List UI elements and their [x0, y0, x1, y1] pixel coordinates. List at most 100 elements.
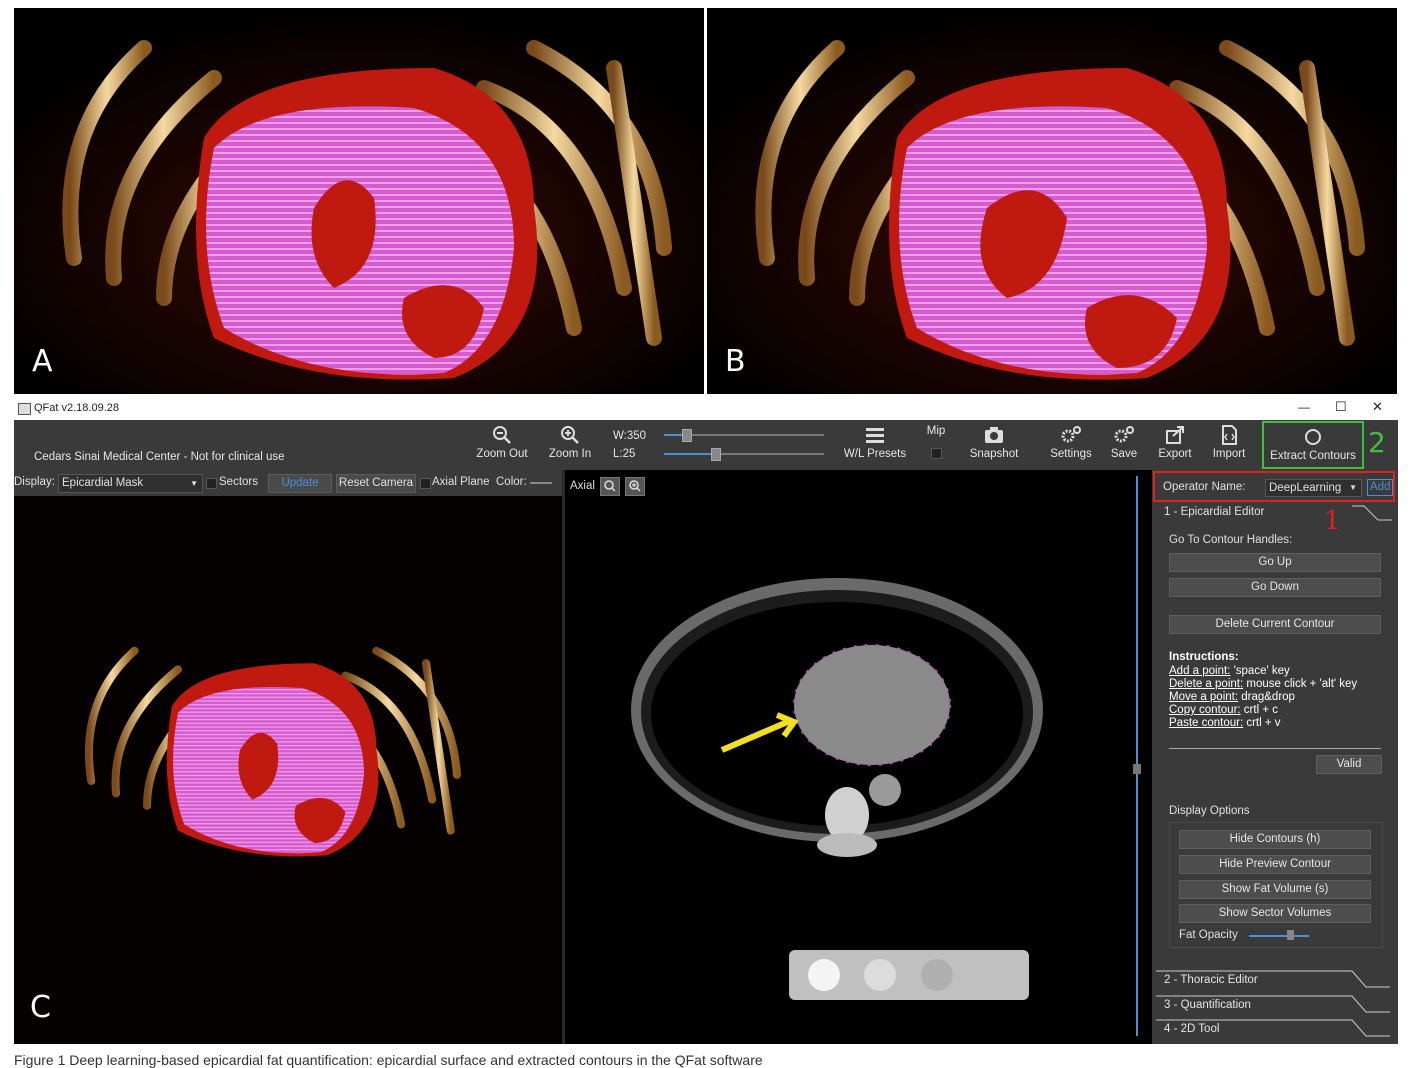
snapshot-label: Snapshot [969, 448, 1019, 460]
heart-render-c [14, 496, 562, 1044]
section-epicardial-editor[interactable]: 1 - Epicardial Editor [1164, 506, 1264, 518]
wl-presets-button[interactable]: W/L Presets [836, 424, 914, 460]
reset-camera-button[interactable]: Reset Camera [336, 474, 416, 493]
save-button[interactable]: Save [1106, 424, 1142, 460]
instruction-action: Move a point: [1169, 691, 1239, 703]
mip-toggle[interactable]: Mip [922, 424, 950, 459]
heart-render-b [707, 8, 1397, 394]
instruction-keys: crtl + c [1240, 704, 1278, 716]
axial-plane-label: Axial Plane [432, 476, 490, 488]
section-2d-tool[interactable]: 4 - 2D Tool [1152, 1019, 1398, 1041]
update-button[interactable]: Update [268, 474, 332, 493]
mip-label: Mip [926, 425, 946, 437]
gears-icon [1061, 426, 1081, 443]
window-width-slider-handle[interactable] [682, 429, 692, 442]
display-label: Display: [14, 476, 55, 488]
panel-label-b: B [725, 344, 746, 379]
zoom-in-button[interactable]: Zoom In [542, 424, 598, 460]
wl-presets-label: W/L Presets [843, 448, 907, 460]
zoom-in-icon [561, 426, 579, 444]
extract-contours-label: Extract Contours [1270, 450, 1356, 462]
fat-opacity-label: Fat Opacity [1179, 929, 1238, 941]
fat-opacity-slider[interactable] [1249, 930, 1309, 940]
go-down-button[interactable]: Go Down [1169, 578, 1381, 597]
show-fat-volume-button[interactable]: Show Fat Volume (s) [1179, 880, 1371, 899]
export-button[interactable]: Export [1152, 424, 1198, 460]
axial-label: Axial [570, 480, 595, 492]
instruction-copy: Copy contour: crtl + c [1169, 704, 1278, 716]
color-slider[interactable] [530, 482, 552, 484]
axial-zoom-in-button[interactable] [625, 477, 645, 496]
go-up-button[interactable]: Go Up [1169, 553, 1381, 572]
axial-view[interactable]: Axial [562, 470, 1152, 1044]
snapshot-button[interactable]: Snapshot [964, 424, 1024, 460]
display-select-value: Epicardial Mask [62, 477, 144, 489]
instruction-keys: drag&drop [1238, 691, 1295, 703]
display-select[interactable]: Epicardial Mask ▼ [58, 474, 203, 493]
render-panel-b: B [707, 8, 1397, 394]
instruction-delete: Delete a point: mouse click + 'alt' key [1169, 678, 1357, 690]
operator-select-value: DeepLearning [1269, 482, 1342, 494]
zoom-in-small-icon [629, 480, 641, 492]
axial-zoom-out-button[interactable] [600, 477, 620, 496]
sectors-label: Sectors [219, 476, 258, 488]
section-quantification[interactable]: 3 - Quantification [1152, 995, 1398, 1017]
fat-opacity-slider-handle[interactable] [1287, 930, 1294, 940]
section-tab-shape [1156, 1019, 1390, 1037]
show-sector-volumes-button[interactable]: Show Sector Volumes [1179, 904, 1371, 923]
operator-row: Operator Name: DeepLearning ▼ Add [1153, 471, 1395, 502]
close-button[interactable]: ✕ [1372, 399, 1383, 415]
go-to-handles-label: Go To Contour Handles: [1169, 534, 1293, 546]
add-operator-button[interactable]: Add [1367, 479, 1394, 496]
window-title: QFat v2.18.09.28 [34, 402, 119, 414]
zoom-in-label: Zoom In [548, 448, 592, 460]
ct-slice-image [631, 578, 1043, 1000]
instruction-action: Delete a point: [1169, 678, 1244, 690]
app-icon [18, 403, 31, 415]
settings-button[interactable]: Settings [1042, 424, 1100, 460]
window-width-slider[interactable] [664, 429, 824, 442]
mip-checkbox[interactable] [930, 448, 942, 459]
heart-render-a [14, 8, 704, 394]
extract-contours-button[interactable]: Extract Contours [1262, 421, 1364, 469]
zoom-out-icon [493, 426, 511, 444]
maximize-button[interactable]: ☐ [1335, 399, 1347, 415]
hide-contours-button[interactable]: Hide Contours (h) [1179, 830, 1371, 849]
operator-select[interactable]: DeepLearning ▼ [1265, 479, 1362, 497]
section-tab-shape [1156, 970, 1390, 988]
display-options-label: Display Options [1169, 805, 1250, 817]
section-tab-shape [1352, 505, 1392, 521]
axial-plane-checkbox[interactable] [420, 478, 431, 489]
window-level-slider-fill [664, 453, 714, 455]
section-thoracic-editor[interactable]: 2 - Thoracic Editor [1152, 970, 1398, 992]
instruction-paste: Paste contour: crtl + v [1169, 717, 1281, 729]
side-panel: Operator Name: DeepLearning ▼ Add 1 - Ep… [1152, 470, 1398, 1044]
slice-scrollbar-handle[interactable] [1133, 764, 1141, 774]
render-panel-c: C [14, 496, 562, 1044]
camera-icon [985, 427, 1003, 443]
zoom-out-button[interactable]: Zoom Out [472, 424, 532, 460]
chevron-down-icon: ▼ [190, 479, 198, 488]
window-titlebar: QFat v2.18.09.28 — ☐ ✕ [14, 398, 1398, 420]
instruction-action: Add a point: [1169, 665, 1231, 677]
sectors-checkbox[interactable] [206, 478, 217, 489]
instruction-keys: mouse click + 'alt' key [1243, 678, 1358, 690]
splitter[interactable] [562, 470, 565, 1044]
instruction-action: Paste contour: [1169, 717, 1244, 729]
hide-preview-button[interactable]: Hide Preview Contour [1179, 855, 1371, 874]
import-button[interactable]: Import [1206, 424, 1252, 460]
window-level-slider-handle[interactable] [711, 448, 721, 461]
window-level-slider[interactable] [664, 448, 824, 461]
window-level-label: L:25 [613, 448, 636, 460]
panel-label-a: A [32, 344, 53, 379]
search-icon [604, 480, 616, 492]
settings-label: Settings [1050, 448, 1092, 460]
delete-contour-button[interactable]: Delete Current Contour [1169, 615, 1381, 634]
color-label: Color: [496, 476, 527, 488]
save-gears-icon [1114, 426, 1134, 443]
instruction-action: Copy contour: [1169, 704, 1241, 716]
minimize-button[interactable]: — [1298, 400, 1310, 414]
valid-button[interactable]: Valid [1316, 755, 1382, 774]
circle-icon [1305, 429, 1321, 445]
slice-scrollbar[interactable] [1133, 476, 1141, 1036]
